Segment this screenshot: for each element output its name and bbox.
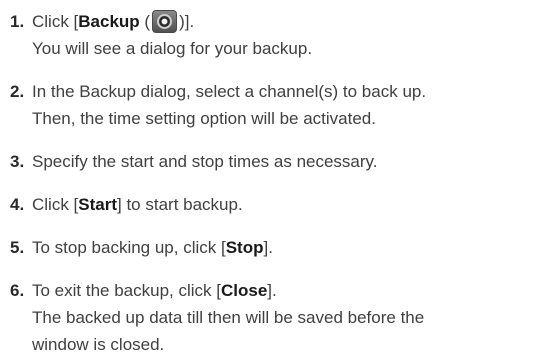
step-number: 5. [10,238,25,257]
step-number: 4. [10,195,25,214]
backup-instructions-list: 1. Click [Backup ()]. You will see a dia… [0,0,542,358]
start-keyword: Start [78,195,118,214]
step-text: ]. [267,281,277,300]
step-number: 3. [10,152,25,171]
step-6-line-1: To exit the backup, click [Close]. [32,277,542,304]
step-number: 6. [10,281,25,300]
step-3: 3. Specify the start and stop times as n… [0,148,542,175]
step-6-line-3: window is closed. [32,335,165,354]
step-5-line-1: To stop backing up, click [Stop]. [32,234,542,261]
step-text: )]. [179,12,195,31]
step-2-line-2: Then, the time setting option will be ac… [32,109,376,128]
step-number: 2. [10,82,25,101]
step-4-line-1: Click [Start] to start backup. [32,191,542,218]
step-6-line-2: The backed up data till then will be sav… [32,308,425,327]
step-text: To exit the backup, click [ [32,281,221,300]
step-1-line-1: Click [Backup ()]. [32,8,542,35]
step-text: ( [139,12,151,31]
step-text: Click [ [32,195,79,214]
backup-keyword: Backup [78,12,140,31]
step-5: 5. To stop backing up, click [Stop]. [0,234,542,261]
step-1-line-2: You will see a dialog for your backup. [32,39,313,58]
step-4: 4. Click [Start] to start backup. [0,191,542,218]
step-text: To stop backing up, click [ [32,238,226,257]
close-keyword: Close [220,281,268,300]
step-6: 6. To exit the backup, click [Close]. Th… [0,277,542,358]
backup-disc-icon [152,10,178,33]
stop-keyword: Stop [225,238,264,257]
step-text: ] to start backup. [117,195,243,214]
step-text: Click [ [32,12,79,31]
step-number: 1. [10,12,25,31]
step-2: 2. In the Backup dialog, select a channe… [0,78,542,132]
step-text: ]. [263,238,273,257]
step-1: 1. Click [Backup ()]. You will see a dia… [0,8,542,62]
step-2-line-1: In the Backup dialog, select a channel(s… [32,82,427,101]
step-3-line-1: Specify the start and stop times as nece… [32,152,378,171]
